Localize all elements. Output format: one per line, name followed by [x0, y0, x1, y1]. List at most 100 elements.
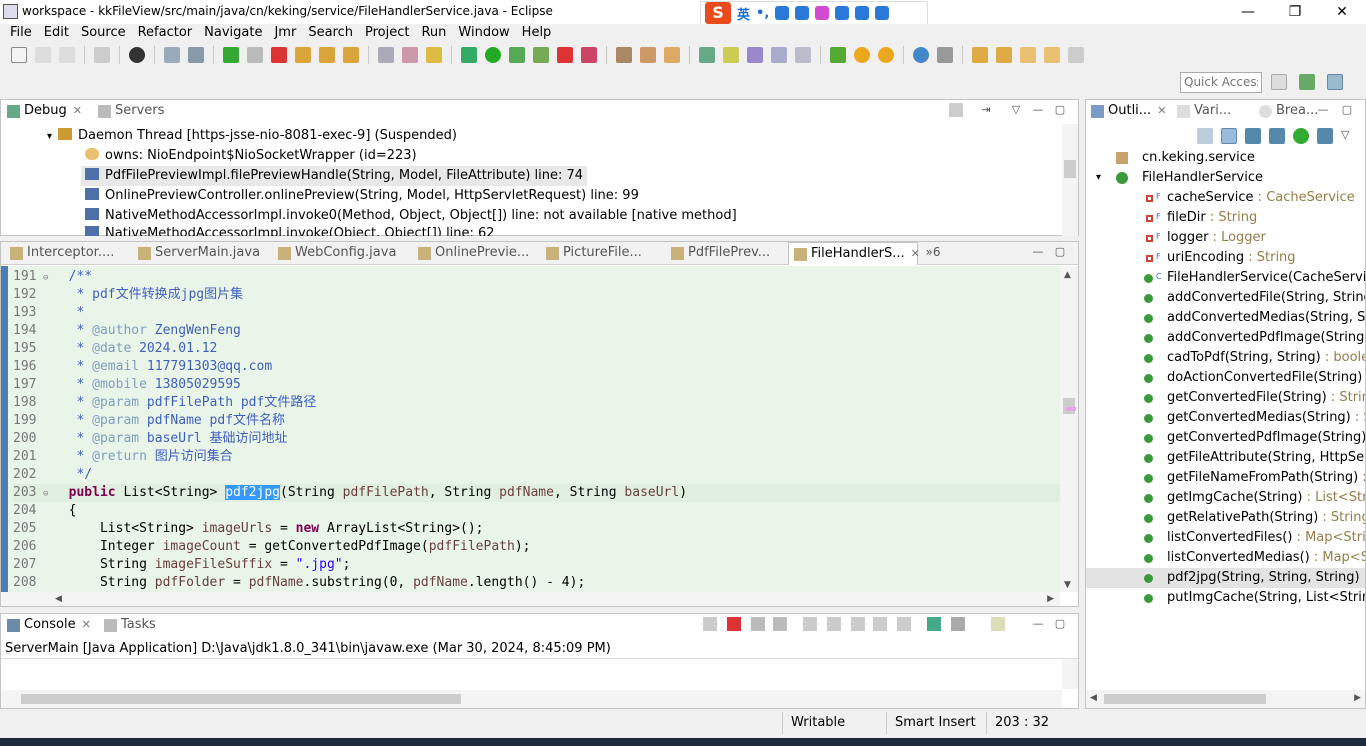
- remove-all-icon[interactable]: [773, 617, 787, 631]
- tab-picturefile[interactable]: PictureFile...: [541, 242, 666, 265]
- scroll-thumb[interactable]: [1064, 160, 1076, 178]
- code-line[interactable]: 193 *: [13, 304, 1060, 322]
- code-line-current[interactable]: 203 ⊖ public List<String> pdf2jpg(String …: [13, 484, 1060, 502]
- tab-servers[interactable]: Servers: [93, 100, 183, 123]
- open-console-icon[interactable]: [991, 617, 1005, 631]
- open-perspective-icon[interactable]: [1271, 74, 1287, 90]
- mark-occurrences-icon[interactable]: [723, 47, 739, 63]
- outline-member[interactable]: getRelativePath(String) : String: [1086, 508, 1365, 528]
- tab-interceptor[interactable]: Interceptor....: [5, 242, 133, 265]
- sort-icon[interactable]: [1221, 128, 1237, 144]
- menu-source[interactable]: Source: [75, 24, 132, 43]
- hide-nonpublic-icon[interactable]: [1293, 128, 1309, 144]
- menu-project[interactable]: Project: [359, 24, 415, 43]
- stack-frame[interactable]: NativeMethodAccessorImpl.invoke0(Method,…: [85, 206, 737, 226]
- close-button[interactable]: ✕: [1322, 2, 1362, 22]
- use-step-filters-icon[interactable]: [402, 47, 418, 63]
- fold-icon[interactable]: ⊖: [43, 485, 53, 503]
- tab-console[interactable]: Console ✕: [2, 614, 97, 637]
- ime-punct-toggle[interactable]: •,: [756, 6, 769, 21]
- tab-webconfig[interactable]: WebConfig.java: [273, 242, 413, 265]
- console-icon[interactable]: [164, 47, 180, 63]
- outline-member[interactable]: listConvertedMedias() : Map<Strin: [1086, 548, 1365, 568]
- word-wrap-icon[interactable]: [851, 617, 865, 631]
- outline-horizontal-scrollbar[interactable]: ◀ ▶: [1086, 690, 1365, 708]
- minimize-button[interactable]: —: [1228, 2, 1268, 22]
- debug-perspective-icon[interactable]: [1327, 74, 1343, 90]
- stop-server-icon[interactable]: [557, 47, 573, 63]
- scroll-lock-icon[interactable]: [827, 617, 841, 631]
- menu-refactor[interactable]: Refactor: [132, 24, 199, 43]
- code-line[interactable]: 207 String imageFileSuffix = ".jpg";: [13, 556, 1060, 574]
- menu-run[interactable]: Run: [415, 24, 452, 43]
- maximize-view-icon[interactable]: ▢: [1053, 245, 1067, 259]
- maximize-button[interactable]: ❐: [1275, 2, 1315, 22]
- code-line[interactable]: 194 * @author ZengWenFeng: [13, 322, 1060, 340]
- menu-help[interactable]: Help: [516, 24, 558, 43]
- outline-member[interactable]: listConvertedFiles() : Map<String,: [1086, 528, 1365, 548]
- scroll-down-icon[interactable]: ▼: [1064, 580, 1071, 590]
- stack-frame[interactable]: NativeMethodAccessorImpl.invoke(Object, …: [85, 226, 495, 236]
- code-line[interactable]: 197 * @mobile 13805029595: [13, 376, 1060, 394]
- debug-scrollbar[interactable]: [1062, 124, 1078, 236]
- step-filter-icon[interactable]: ⇥: [979, 103, 993, 117]
- minimize-view-icon[interactable]: —: [1316, 103, 1330, 117]
- next-annotation-icon[interactable]: [972, 47, 988, 63]
- info-icon[interactable]: [878, 47, 894, 63]
- package-node[interactable]: cn.keking.service: [1086, 148, 1365, 168]
- step-over-icon[interactable]: [319, 47, 335, 63]
- outline-member[interactable]: addConvertedMedias(String, Strin: [1086, 308, 1365, 328]
- suspend-icon[interactable]: [247, 47, 263, 63]
- remove-launch-icon[interactable]: [751, 617, 765, 631]
- code-line[interactable]: 192 * pdf文件转换成jpg图片集: [13, 286, 1060, 304]
- code-line[interactable]: 200 * @param baseUrl 基础访问地址: [13, 430, 1060, 448]
- scroll-left-icon[interactable]: ◀: [55, 594, 62, 604]
- help-icon[interactable]: [854, 47, 870, 63]
- maximize-view-icon[interactable]: ▢: [1053, 617, 1067, 631]
- chevron-down-icon[interactable]: ▾: [47, 131, 52, 142]
- toggle-icon[interactable]: [129, 47, 145, 63]
- stack-frame[interactable]: OnlinePreviewController.onlinePreview(St…: [85, 186, 639, 206]
- hide-fields-icon[interactable]: [1245, 128, 1261, 144]
- scroll-thumb[interactable]: [1063, 398, 1075, 414]
- minimize-view-icon[interactable]: —: [1031, 617, 1045, 631]
- tab-outline[interactable]: Outli... ✕: [1086, 100, 1172, 123]
- display-console-icon[interactable]: [951, 617, 965, 631]
- java-perspective-icon[interactable]: [1299, 74, 1315, 90]
- toggle-block-icon[interactable]: [747, 47, 763, 63]
- close-tab-icon[interactable]: ✕: [73, 104, 82, 117]
- tab-onlinepreview[interactable]: OnlinePrevie...: [413, 242, 541, 265]
- clear-console-icon[interactable]: [803, 617, 817, 631]
- print-icon[interactable]: [94, 47, 110, 63]
- outline-member[interactable]: getFileNameFromPath(String) : Str: [1086, 468, 1365, 488]
- monitor-node[interactable]: owns: NioEndpoint$NioSocketWrapper (id=2…: [85, 146, 417, 166]
- more-tabs-button[interactable]: »6: [923, 245, 943, 259]
- code-line[interactable]: 199 * @param pdfName pdf文件名称: [13, 412, 1060, 430]
- menu-jmr[interactable]: Jmr: [268, 24, 302, 43]
- menu-edit[interactable]: Edit: [38, 24, 75, 43]
- outline-member[interactable]: getImgCache(String) : List<String>: [1086, 488, 1365, 508]
- coverage-icon[interactable]: [509, 47, 525, 63]
- open-task-icon[interactable]: [699, 47, 715, 63]
- code-line[interactable]: 208 String pdfFolder = pdfName.substring…: [13, 574, 1060, 592]
- menu-file[interactable]: File: [4, 24, 38, 43]
- outline-member[interactable]: FcacheService : CacheService: [1086, 188, 1365, 208]
- last-edit-icon[interactable]: [1068, 47, 1084, 63]
- ime-toolbar[interactable]: S 英 •,: [700, 1, 928, 25]
- code-line[interactable]: 206 Integer imageCount = getConvertedPdf…: [13, 538, 1060, 556]
- outline-member[interactable]: cadToPdf(String, String) : boolean: [1086, 348, 1365, 368]
- step-into-icon[interactable]: [295, 47, 311, 63]
- overview-marker[interactable]: [1066, 407, 1076, 411]
- outline-member[interactable]: Flogger : Logger: [1086, 228, 1365, 248]
- globe-icon[interactable]: [913, 47, 929, 63]
- editor-horizontal-scrollbar[interactable]: ◀ ▶: [1, 592, 1060, 606]
- outline-member[interactable]: doActionConvertedFile(String) : vc: [1086, 368, 1365, 388]
- code-line[interactable]: 191 ⊖ /**: [13, 268, 1060, 286]
- outline-member[interactable]: pdf2jpg(String, String, String) : Lis: [1086, 568, 1365, 588]
- show-stdout-icon[interactable]: [873, 617, 887, 631]
- outline-member[interactable]: C FileHandlerService(CacheService): [1086, 268, 1365, 288]
- plugin-icon[interactable]: [830, 47, 846, 63]
- code-line[interactable]: 205 List<String> imageUrls = new ArrayLi…: [13, 520, 1060, 538]
- outline-member[interactable]: getFileAttribute(String, HttpServlet: [1086, 448, 1365, 468]
- save-icon[interactable]: [35, 47, 51, 63]
